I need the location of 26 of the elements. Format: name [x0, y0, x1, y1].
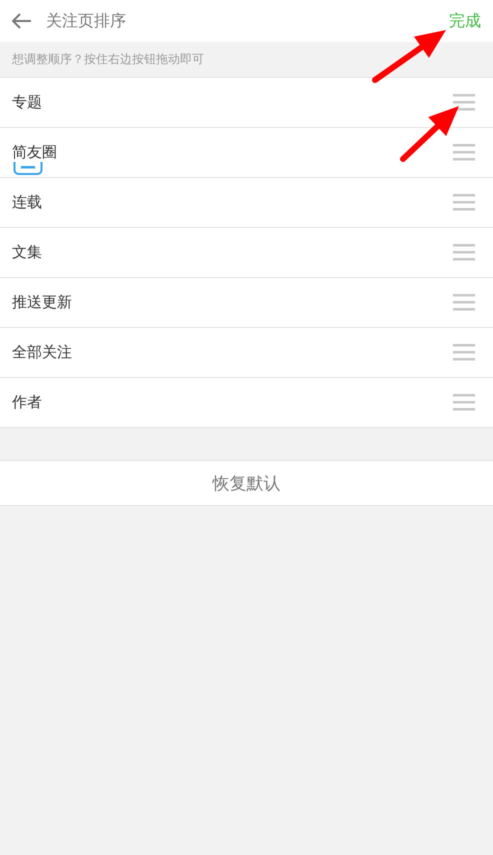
- back-arrow-icon[interactable]: [12, 13, 32, 29]
- row-label: 文集: [12, 243, 42, 262]
- row-label: 推送更新: [12, 293, 72, 312]
- drag-handle-icon[interactable]: [453, 244, 475, 261]
- page-title: 关注页排序: [46, 10, 127, 32]
- sort-row[interactable]: 全部关注: [0, 328, 493, 378]
- row-label: 全部关注: [12, 343, 72, 362]
- sort-row[interactable]: 连载: [0, 178, 493, 228]
- row-label: 简友圈: [12, 143, 57, 162]
- annotation-arrow: [400, 106, 459, 162]
- drag-handle-icon[interactable]: [453, 94, 475, 111]
- row-label: 专题: [12, 93, 42, 112]
- sort-row[interactable]: 推送更新: [0, 278, 493, 328]
- drag-handle-icon[interactable]: [453, 294, 475, 311]
- floating-note-icon[interactable]: [13, 162, 43, 175]
- row-label: 作者: [12, 393, 42, 412]
- restore-default-button[interactable]: 恢复默认: [0, 460, 493, 506]
- drag-handle-icon[interactable]: [453, 144, 475, 161]
- sort-row[interactable]: 专题: [0, 78, 493, 128]
- drag-handle-icon[interactable]: [453, 194, 475, 211]
- row-label: 连载: [12, 193, 42, 212]
- sort-row[interactable]: 文集: [0, 228, 493, 278]
- drag-handle-icon[interactable]: [453, 394, 475, 411]
- drag-handle-icon[interactable]: [453, 344, 475, 361]
- sort-row[interactable]: 简友圈: [0, 128, 493, 178]
- sort-row[interactable]: 作者: [0, 378, 493, 428]
